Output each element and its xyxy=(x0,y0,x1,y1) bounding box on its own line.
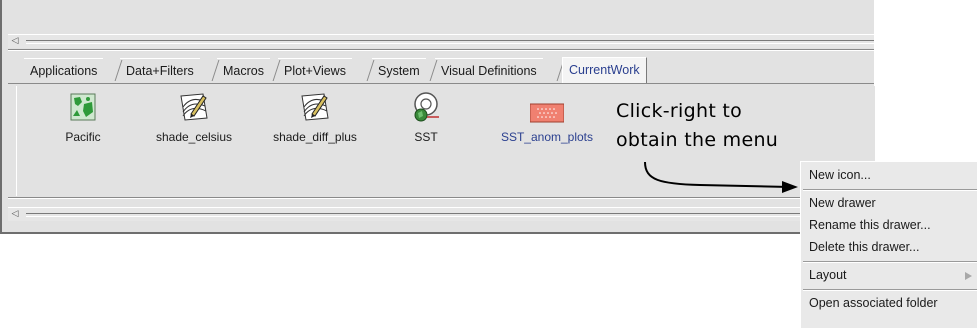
menu-separator xyxy=(803,261,977,263)
menu-item-label: Layout xyxy=(809,268,847,282)
context-menu: New icon... New drawer Rename this drawe… xyxy=(800,161,977,328)
menu-separator xyxy=(803,289,977,291)
menu-item-layout[interactable]: Layout xyxy=(801,265,977,286)
menu-item-open-folder[interactable]: Open associated folder xyxy=(801,293,977,314)
submenu-arrow-icon xyxy=(965,272,972,280)
menu-separator xyxy=(803,189,977,191)
menu-item-rename-drawer[interactable]: Rename this drawer... xyxy=(801,215,977,236)
menu-item-new-drawer[interactable]: New drawer xyxy=(801,193,977,214)
menu-item-delete-drawer[interactable]: Delete this drawer... xyxy=(801,237,977,258)
menu-item-new-icon[interactable]: New icon... xyxy=(801,165,977,186)
